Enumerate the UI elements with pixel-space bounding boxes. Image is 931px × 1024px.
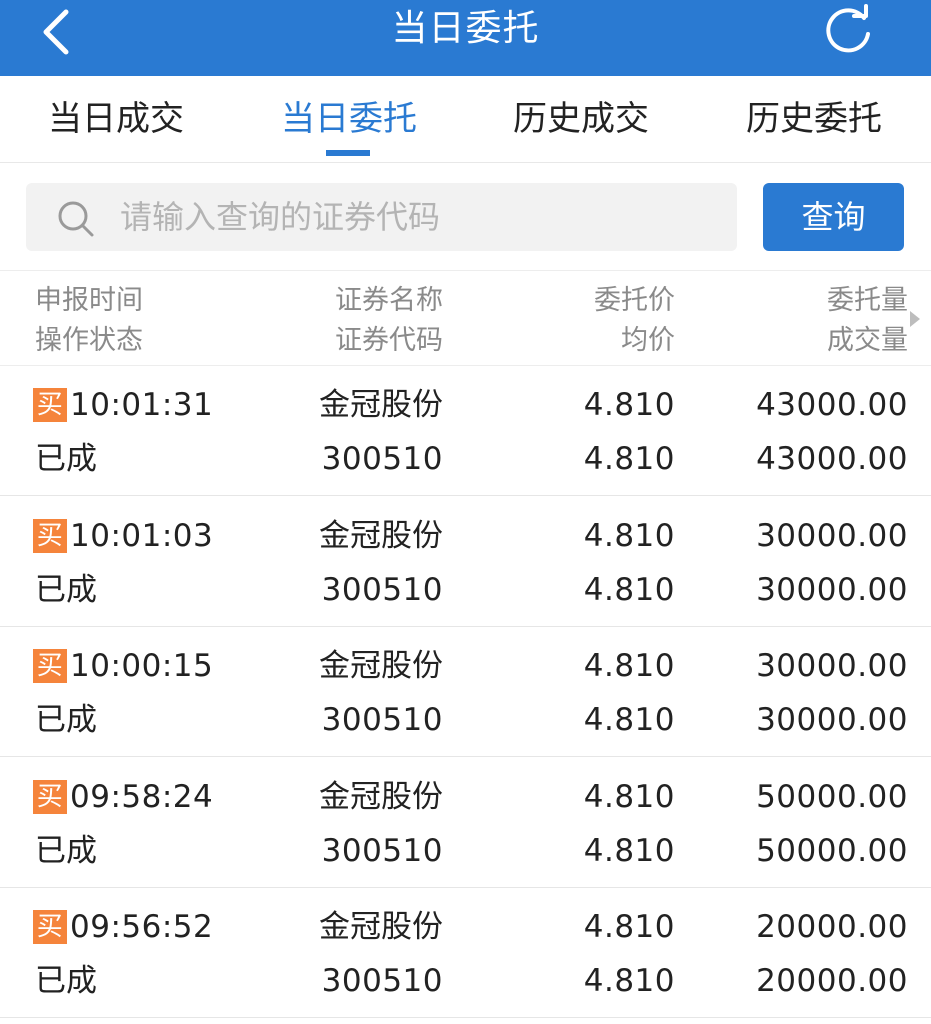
search-icon xyxy=(58,201,94,237)
order-qty: 50000.00 xyxy=(756,779,908,815)
security-name: 金冠股份 xyxy=(319,779,443,815)
tab-history-trades[interactable]: 历史成交 xyxy=(465,76,697,162)
security-name: 金冠股份 xyxy=(319,387,443,423)
order-price: 4.810 xyxy=(583,518,675,554)
order-status: 已成 xyxy=(35,572,97,608)
header-security-code: 证券代码 xyxy=(335,325,443,356)
table-row[interactable]: 买 09:56:52 已成 金冠股份 300510 4.810 4.810 200… xyxy=(0,887,931,1018)
order-price: 4.810 xyxy=(583,648,675,684)
table-row[interactable]: 买 09:58:24 已成 金冠股份 300510 4.810 4.810 500… xyxy=(0,757,931,888)
order-qty: 30000.00 xyxy=(756,648,908,684)
order-time: 09:58:24 xyxy=(70,779,214,815)
order-time-cell: 买 10:00:15 xyxy=(33,646,213,686)
top-bar: 当日委托 xyxy=(0,0,931,76)
header-security-name: 证券名称 xyxy=(335,285,443,316)
page-title: 当日委托 xyxy=(391,8,540,49)
order-time-cell: 买 10:01:31 xyxy=(33,385,213,425)
order-price: 4.810 xyxy=(583,909,675,945)
security-name: 金冠股份 xyxy=(319,648,443,684)
query-button[interactable]: 查询 xyxy=(763,183,904,251)
table-header: 申报时间 操作状态 证券名称 证券代码 委托价 均价 委托量 成交量 xyxy=(0,270,931,366)
buy-badge: 买 xyxy=(33,910,67,944)
order-time: 10:00:15 xyxy=(70,648,214,684)
active-tab-indicator xyxy=(326,150,370,156)
order-status: 已成 xyxy=(35,702,97,738)
tab-today-trades[interactable]: 当日成交 xyxy=(0,76,232,162)
table-row[interactable]: 买 10:01:03 已成 金冠股份 300510 4.810 4.810 300… xyxy=(0,496,931,627)
avg-price: 4.810 xyxy=(583,833,675,869)
tab-history-orders[interactable]: 历史委托 xyxy=(698,76,930,162)
security-name: 金冠股份 xyxy=(319,518,443,554)
order-qty: 43000.00 xyxy=(756,387,908,423)
table-row[interactable]: 买 10:01:31 已成 金冠股份 300510 4.810 4.810 430… xyxy=(0,365,931,496)
order-status: 已成 xyxy=(35,833,97,869)
avg-price: 4.810 xyxy=(583,702,675,738)
header-declare-time: 申报时间 xyxy=(35,285,143,316)
header-order-qty: 委托量 xyxy=(827,285,908,316)
scroll-right-icon[interactable] xyxy=(910,311,920,327)
security-code: 300510 xyxy=(321,702,443,738)
filled-qty: 30000.00 xyxy=(756,572,908,608)
order-time: 10:01:03 xyxy=(70,518,214,554)
search-placeholder: 请输入查询的证券代码 xyxy=(120,198,441,236)
security-code: 300510 xyxy=(321,833,443,869)
order-qty: 20000.00 xyxy=(756,909,908,945)
order-status: 已成 xyxy=(35,441,97,477)
order-qty: 30000.00 xyxy=(756,518,908,554)
buy-badge: 买 xyxy=(33,388,67,422)
order-time: 10:01:31 xyxy=(70,387,214,423)
search-input[interactable]: 请输入查询的证券代码 xyxy=(26,183,737,251)
order-price: 4.810 xyxy=(583,387,675,423)
filled-qty: 20000.00 xyxy=(756,963,908,999)
filled-qty: 30000.00 xyxy=(756,702,908,738)
refresh-icon[interactable] xyxy=(820,4,878,56)
header-filled-qty: 成交量 xyxy=(827,325,908,356)
filled-qty: 43000.00 xyxy=(756,441,908,477)
avg-price: 4.810 xyxy=(583,441,675,477)
security-code: 300510 xyxy=(321,572,443,608)
avg-price: 4.810 xyxy=(583,963,675,999)
order-time-cell: 买 09:58:24 xyxy=(33,777,213,817)
header-operation-status: 操作状态 xyxy=(35,325,143,356)
order-time: 09:56:52 xyxy=(70,909,214,945)
filled-qty: 50000.00 xyxy=(756,833,908,869)
tab-bar: 当日成交 当日委托 历史成交 历史委托 xyxy=(0,76,931,163)
header-order-price: 委托价 xyxy=(594,285,675,316)
buy-badge: 买 xyxy=(33,780,67,814)
order-status: 已成 xyxy=(35,963,97,999)
avg-price: 4.810 xyxy=(583,572,675,608)
buy-badge: 买 xyxy=(33,649,67,683)
order-price: 4.810 xyxy=(583,779,675,815)
order-time-cell: 买 09:56:52 xyxy=(33,907,213,947)
order-time-cell: 买 10:01:03 xyxy=(33,516,213,556)
security-code: 300510 xyxy=(321,441,443,477)
security-code: 300510 xyxy=(321,963,443,999)
security-name: 金冠股份 xyxy=(319,909,443,945)
header-avg-price: 均价 xyxy=(621,325,675,356)
buy-badge: 买 xyxy=(33,519,67,553)
table-row[interactable]: 买 10:00:15 已成 金冠股份 300510 4.810 4.810 300… xyxy=(0,626,931,757)
